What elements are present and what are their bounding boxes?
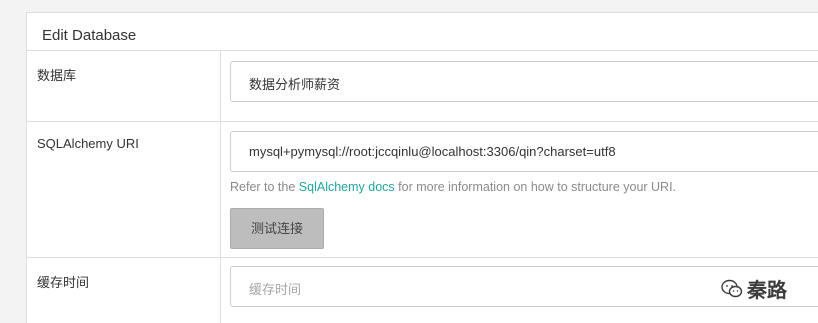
watermark-text: 秦路 [747, 280, 787, 302]
sqlalchemy-docs-link[interactable]: SqlAlchemy docs [299, 180, 395, 194]
watermark: 秦路 [721, 274, 787, 303]
database-name-input[interactable]: 数据分析师薪资 [230, 61, 818, 102]
edit-database-panel: Edit Database 数据库 数据分析师薪资 SQLAlchemy URI… [26, 12, 818, 323]
uri-cell: mysql+pymysql://root:jccqinlu@localhost:… [221, 122, 818, 257]
sqlalchemy-uri-input[interactable]: mysql+pymysql://root:jccqinlu@localhost:… [230, 131, 818, 172]
uri-row: SQLAlchemy URI mysql+pymysql://root:jccq… [27, 122, 818, 258]
test-connection-button[interactable]: 测试连接 [230, 208, 324, 249]
help-prefix: Refer to the [230, 180, 299, 194]
uri-help-text: Refer to the SqlAlchemy docs for more in… [230, 180, 676, 194]
wechat-icon [721, 279, 743, 297]
cache-row: 缓存时间 缓存时间 [27, 258, 818, 323]
help-suffix: for more information on how to structure… [394, 180, 677, 194]
database-label: 数据库 [27, 51, 221, 121]
database-cell: 数据分析师薪资 [221, 51, 818, 121]
database-row: 数据库 数据分析师薪资 [27, 51, 818, 122]
uri-label: SQLAlchemy URI [27, 122, 221, 257]
cache-label: 缓存时间 [27, 258, 221, 323]
panel-title: Edit Database [27, 13, 818, 51]
